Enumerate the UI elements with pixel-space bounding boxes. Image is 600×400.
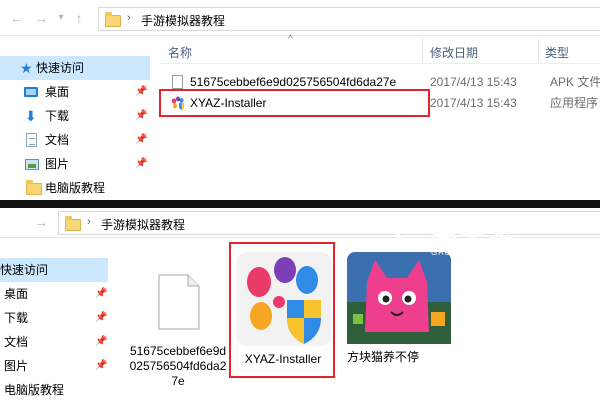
pin-icon[interactable]: 📌 bbox=[95, 354, 107, 378]
download-icon: ⬇ bbox=[25, 108, 37, 124]
sidebar-item-documents[interactable]: 文档 📌 bbox=[0, 330, 110, 354]
pin-icon[interactable]: 📌 bbox=[135, 128, 147, 152]
column-header-type[interactable]: 类型 bbox=[545, 44, 569, 61]
sidebar-item-label: 快速访问 bbox=[36, 61, 85, 75]
breadcrumb-separator[interactable]: › bbox=[87, 216, 91, 228]
watermark-title: 高手游 bbox=[431, 219, 516, 249]
sidebar-item-label: 图片 bbox=[4, 359, 29, 373]
file-type: 应用程序 bbox=[550, 96, 599, 110]
pin-icon[interactable]: 📌 bbox=[95, 330, 107, 354]
sidebar-item-desktop[interactable]: 桌面 📌 bbox=[0, 80, 150, 104]
g-logo-icon bbox=[395, 216, 423, 244]
file-type: APK 文件 bbox=[550, 75, 600, 89]
sidebar-item-label: 文档 bbox=[4, 335, 29, 349]
explorer-window-icons: → › 手游模拟器教程 快速访问 桌面 📌 下载 📌 文档 📌 图片 📌 电脑版… bbox=[0, 208, 600, 400]
column-header-name[interactable]: 名称 bbox=[168, 44, 192, 61]
desktop-icon bbox=[24, 87, 38, 97]
pane-divider bbox=[0, 200, 600, 208]
folder-icon bbox=[105, 12, 121, 27]
sidebar-item-label: 下载 bbox=[4, 311, 29, 325]
file-date: 2017/4/13 15:43 bbox=[430, 96, 517, 110]
recent-locations-dropdown[interactable]: ▾ bbox=[52, 8, 70, 28]
watermark-logo: 高手游 GAOSHOUYOU.COM bbox=[395, 208, 580, 268]
sidebar-item-documents[interactable]: 文档 📌 bbox=[0, 128, 150, 152]
sidebar-item-label: 文档 bbox=[45, 133, 70, 147]
back-button[interactable]: ← bbox=[8, 8, 26, 28]
pin-icon[interactable]: 📌 bbox=[135, 104, 147, 128]
sidebar-item-label: 桌面 bbox=[4, 287, 29, 301]
sidebar-item-pictures[interactable]: 图片 📌 bbox=[0, 152, 150, 176]
sidebar-item-pc-tutorial[interactable]: 电脑版教程 bbox=[0, 176, 150, 200]
file-date: 2017/4/13 15:43 bbox=[430, 75, 517, 89]
pin-icon[interactable]: 📌 bbox=[135, 152, 147, 176]
sidebar-item-label: 下载 bbox=[45, 109, 70, 123]
sidebar-item-downloads[interactable]: ⬇ 下载 📌 bbox=[0, 104, 150, 128]
sort-ascending-icon: ^ bbox=[288, 34, 293, 45]
folder-icon bbox=[65, 216, 81, 231]
sidebar-item-downloads[interactable]: 下载 📌 bbox=[0, 306, 110, 330]
pin-icon[interactable]: 📌 bbox=[135, 80, 147, 104]
sidebar-item-label: 桌面 bbox=[45, 85, 70, 99]
forward-button[interactable]: → bbox=[32, 8, 50, 28]
sidebar-item-pictures[interactable]: 图片 📌 bbox=[0, 354, 110, 378]
watermark-subtitle: GAOSHOUYOU.COM bbox=[431, 248, 525, 257]
sidebar-item-quick-access[interactable]: 快速访问 bbox=[0, 258, 108, 282]
folder-icon bbox=[26, 180, 42, 195]
explorer-window-details: ← → ▾ ↑ › 手游模拟器教程 ★ 快速访问 桌面 📌 ⬇ 下载 📌 文档 … bbox=[0, 0, 600, 200]
tile-label: 方块猫养不停 bbox=[347, 350, 420, 364]
column-divider[interactable] bbox=[422, 38, 423, 62]
picture-icon bbox=[25, 159, 39, 170]
sidebar-item-desktop[interactable]: 桌面 📌 bbox=[0, 282, 110, 306]
column-header-row: ^ 名称 修改日期 类型 bbox=[160, 34, 600, 64]
address-toolbar: ← → ▾ ↑ › 手游模拟器教程 bbox=[0, 0, 600, 36]
sidebar-item-label: 快速访问 bbox=[0, 263, 49, 277]
address-bar[interactable]: › 手游模拟器教程 bbox=[98, 7, 600, 31]
star-icon: ★ bbox=[20, 60, 33, 76]
pin-icon[interactable]: 📌 bbox=[95, 306, 107, 330]
column-header-date[interactable]: 修改日期 bbox=[430, 44, 478, 61]
sidebar-item-label: 电脑版教程 bbox=[4, 383, 65, 397]
highlight-box bbox=[229, 242, 335, 378]
document-icon bbox=[26, 133, 37, 147]
forward-button[interactable]: → bbox=[32, 212, 50, 232]
breadcrumb-current-folder[interactable]: 手游模拟器教程 bbox=[141, 12, 225, 29]
sidebar-item-label: 图片 bbox=[45, 157, 70, 171]
blank-file-icon bbox=[172, 75, 183, 89]
sidebar-item-label: 电脑版教程 bbox=[45, 181, 106, 195]
sidebar-item-pc-tutorial[interactable]: 电脑版教程 bbox=[0, 378, 110, 400]
tile-label: 51675cebbef6e9d025756504fd6da27e bbox=[129, 344, 227, 388]
highlight-box bbox=[159, 89, 430, 117]
blank-file-icon bbox=[158, 274, 200, 330]
column-divider[interactable] bbox=[538, 38, 539, 62]
sidebar-item-quick-access[interactable]: ★ 快速访问 bbox=[0, 56, 150, 80]
up-button[interactable]: ↑ bbox=[70, 8, 88, 28]
breadcrumb-separator[interactable]: › bbox=[127, 12, 131, 24]
pin-icon[interactable]: 📌 bbox=[95, 282, 107, 306]
breadcrumb-current-folder[interactable]: 手游模拟器教程 bbox=[101, 216, 185, 233]
